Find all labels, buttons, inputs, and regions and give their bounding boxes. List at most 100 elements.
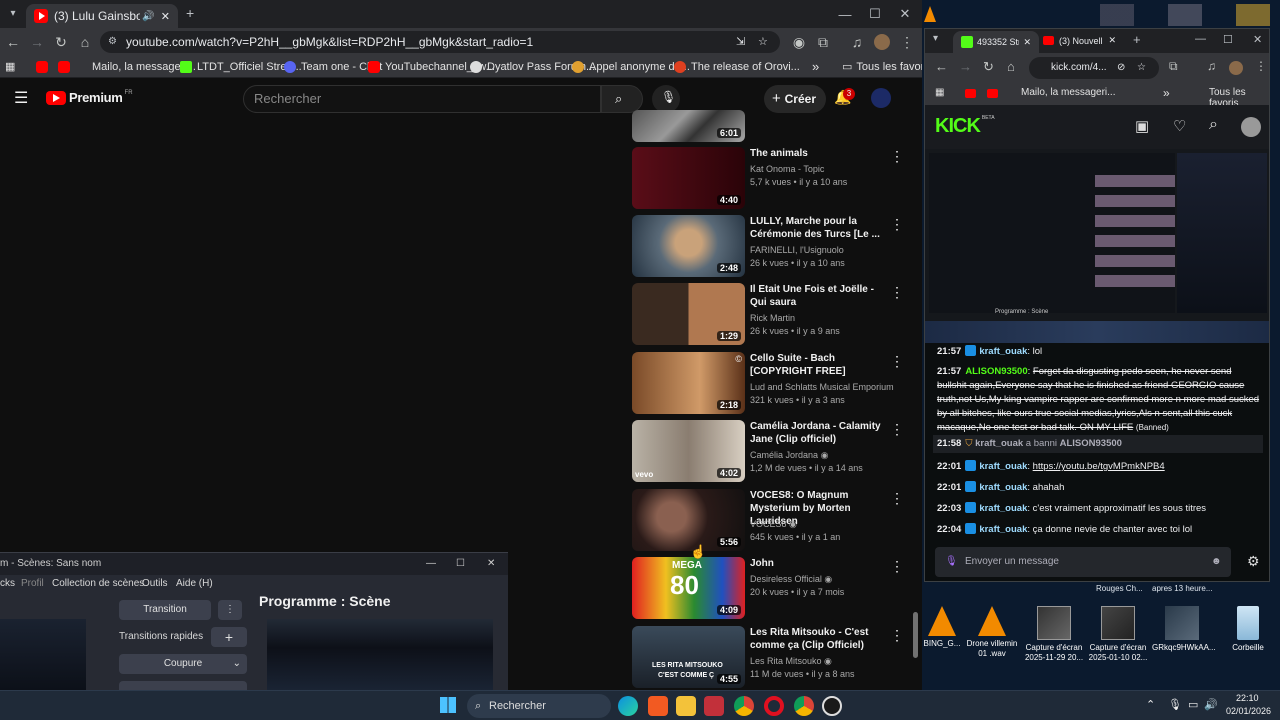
more-options-icon[interactable]: ⋮ (890, 628, 904, 642)
moderation-target[interactable]: ALISON93500 (1060, 438, 1122, 449)
scrollbar[interactable] (912, 84, 920, 688)
maximize-button[interactable]: ☐ (456, 553, 465, 575)
menu-item[interactable]: Collection de scènes (52, 578, 144, 589)
back-icon[interactable]: ← (2, 31, 24, 53)
moderator-name[interactable]: kraft_ouak (975, 438, 1023, 449)
chat-link[interactable]: https://youtu.be/tgvMPmkNPB4 (1033, 461, 1165, 472)
more-options-icon[interactable]: ⋮ (890, 354, 904, 368)
emoji-icon[interactable]: ☻ (1211, 547, 1222, 577)
video-title[interactable]: The animals (750, 147, 882, 160)
video-channel[interactable]: Les Rita Mitsouko ◉ (750, 655, 900, 667)
site-info-icon[interactable]: ⚙ (108, 31, 117, 53)
create-button[interactable]: + Créer (764, 85, 826, 113)
list-item[interactable]: 2:48 LULLY, Marche pour la Cérémonie des… (632, 215, 904, 277)
bookmark-item[interactable]: Mailo, la messageri... (1021, 87, 1115, 98)
chat-username[interactable]: kraft_ouak (979, 346, 1027, 357)
chrome-icon[interactable] (734, 696, 754, 716)
video-thumbnail[interactable]: 1:29 (632, 283, 745, 345)
video-channel[interactable]: Camélia Jordana ◉ (750, 449, 900, 461)
tray-mic-icon[interactable]: 🎙 (1168, 698, 1182, 711)
desktop-icon[interactable]: GRkqc9HWkAA... (1152, 606, 1216, 653)
video-channel[interactable]: VOCES8 ◉ (750, 518, 900, 530)
start-windows-icon[interactable] (440, 697, 456, 713)
vault-icon[interactable]: ▣ (1135, 117, 1149, 135)
youtube-logo[interactable]: Premium FR (46, 90, 133, 105)
file-explorer-icon[interactable] (676, 696, 696, 716)
maximize-button[interactable]: ☐ (860, 0, 890, 28)
taskbar-search[interactable]: ⌕ Rechercher (467, 694, 611, 718)
brave-icon[interactable] (648, 696, 668, 716)
profile-avatar[interactable] (1229, 61, 1243, 75)
hamburger-menu-icon[interactable]: ☰ (14, 88, 28, 108)
video-thumbnail[interactable]: 4:02 vevo (632, 420, 745, 482)
heart-icon[interactable]: ♡ (1173, 117, 1186, 135)
more-options-icon[interactable]: ⋮ (890, 559, 904, 573)
forward-icon[interactable]: → (26, 31, 48, 53)
preview-canvas[interactable] (0, 619, 86, 690)
maximize-button[interactable]: ☐ (1223, 33, 1233, 46)
more-options-icon[interactable]: ⋮ (890, 491, 904, 505)
speaker-icon[interactable]: 🔊 (142, 11, 154, 22)
video-channel[interactable]: Desireless Official ◉ (750, 573, 900, 585)
url-field[interactable]: kick.com/4... ⊘ ☆ (1029, 57, 1159, 79)
install-icon[interactable]: ⇲ (736, 31, 745, 53)
apps-icon[interactable]: ▦ (935, 87, 944, 98)
chat-username[interactable]: kraft_ouak (979, 503, 1027, 514)
menu-item[interactable]: Outils (142, 578, 168, 589)
video-channel[interactable]: Kat Onoma - Topic (750, 163, 900, 175)
reload-icon[interactable]: ↻ (983, 59, 994, 75)
video-thumbnail[interactable]: 6:01 (632, 110, 745, 142)
stream-video[interactable]: Programme : Scène (925, 149, 1269, 343)
bookmark-star-icon[interactable]: ☆ (758, 31, 768, 53)
minimize-button[interactable]: — (426, 553, 436, 575)
chat-username[interactable]: ALISON93500 (965, 366, 1027, 377)
more-options-icon[interactable]: ⋮ (890, 422, 904, 436)
close-button[interactable]: ✕ (1253, 33, 1262, 46)
bookmark-item[interactable]: Mailo, la messageri... (80, 59, 196, 75)
desktop-icon[interactable]: Drone villemin 01 .wav (962, 606, 1022, 659)
eye-off-icon[interactable]: ⊘ (1117, 57, 1125, 79)
bookmarks-overflow-icon[interactable]: » (1163, 86, 1170, 100)
menu-item[interactable]: cks (0, 578, 15, 589)
video-title[interactable]: Camélia Jordana - Calamity Jane (Clip of… (750, 420, 882, 446)
more-options-icon[interactable]: ⋮ (890, 285, 904, 299)
tab-youtube[interactable]: (3) Nouvell ✕ (1043, 35, 1116, 46)
bookmark-youtube-2[interactable] (987, 89, 998, 98)
video-channel[interactable]: Rick Martin (750, 312, 900, 324)
clock-time[interactable]: 22:10 (1236, 693, 1259, 703)
video-thumbnail[interactable]: 2:18 © (632, 352, 745, 414)
list-item[interactable]: 1:29 Il Etait Une Fois et Joëlle - Qui s… (632, 283, 904, 345)
chrome-dev-icon[interactable] (794, 696, 814, 716)
url-field[interactable]: ⚙ youtube.com/watch?v=P2hH__gbMgk&list=R… (100, 31, 780, 53)
video-thumbnail[interactable]: 5:56 (632, 489, 745, 551)
mic-icon[interactable]: 🎙 (945, 547, 958, 577)
video-title[interactable]: John (750, 557, 882, 570)
video-title[interactable]: LULLY, Marche pour la Cérémonie des Turc… (750, 215, 882, 241)
account-avatar[interactable] (871, 88, 891, 108)
cut-dropdown[interactable]: Coupure ⌄ (119, 654, 247, 674)
desktop-icon[interactable]: Corbeille (1218, 606, 1278, 653)
search-input[interactable]: Rechercher (243, 85, 601, 113)
apps-icon[interactable]: ▦ (5, 59, 15, 75)
tab-youtube[interactable]: (3) Lulu Gainsbourg - Nuit 🔊 ✕ (26, 4, 178, 28)
chat-username[interactable]: kraft_ouak (979, 524, 1027, 535)
close-button[interactable]: ✕ (487, 553, 495, 575)
list-item[interactable]: 4:40 The animals Kat Onoma - Topic 5,7 k… (632, 147, 904, 209)
video-thumbnail[interactable]: MEGA 80 4:09 (632, 557, 745, 619)
list-item[interactable]: 6:01 (632, 110, 902, 142)
profile-avatar[interactable] (874, 34, 890, 50)
kick-logo[interactable]: KICK BETA (935, 115, 995, 138)
menu-item[interactable]: Aide (H) (176, 578, 213, 589)
desktop-icon[interactable]: Capture d'écran 2025-11-29 20... (1024, 606, 1084, 663)
all-bookmarks[interactable]: ▭Tous les favoris (842, 59, 922, 75)
desktop-vlc-icon[interactable] (924, 0, 936, 28)
list-item[interactable]: MEGA 80 4:09 John Desireless Official ◉ … (632, 557, 904, 619)
tab-kick[interactable]: 493352 Stre ✕ (953, 31, 1039, 53)
minimize-button[interactable]: — (1195, 33, 1206, 45)
tray-network-icon[interactable]: ▭ (1188, 698, 1198, 711)
new-tab-button[interactable]: + (1133, 32, 1141, 47)
list-item[interactable]: 5:56 VOCES8: O Magnum Mysterium by Morte… (632, 489, 904, 551)
close-tab-icon[interactable]: ✕ (1023, 37, 1031, 48)
voice-search-button[interactable]: 🎙 (652, 85, 680, 113)
transition-duration-field[interactable] (119, 681, 247, 690)
